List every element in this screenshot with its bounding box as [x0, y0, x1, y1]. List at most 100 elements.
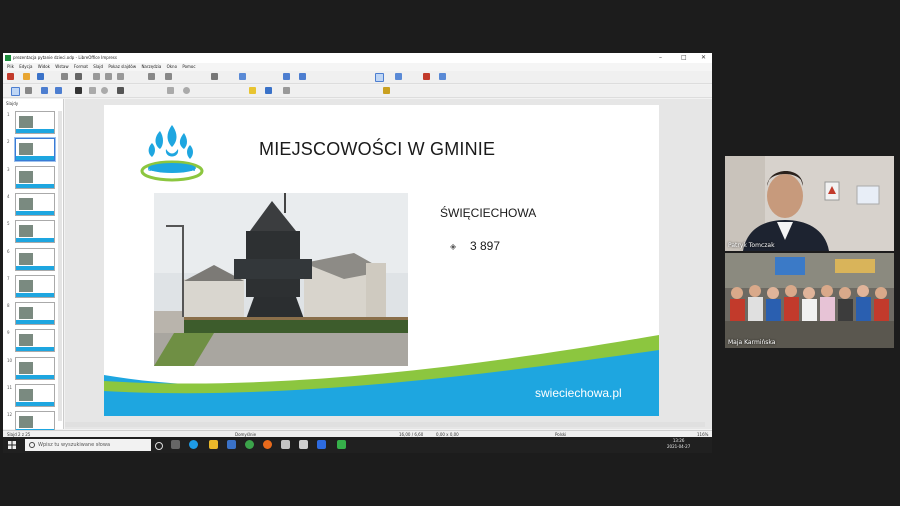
slide-thumbnail[interactable]: 2 — [7, 138, 55, 162]
export-pdf-icon[interactable] — [61, 73, 68, 80]
slide-thumbnail[interactable]: 3 — [7, 165, 55, 189]
chart-icon[interactable] — [299, 73, 306, 80]
drawing-toolbar — [3, 85, 712, 98]
slide-thumbnail-wave — [16, 238, 54, 243]
menu-file[interactable]: Plik — [7, 63, 14, 71]
menu-slide[interactable]: Slajd — [93, 63, 103, 71]
horizontal-scrollbar[interactable] — [65, 422, 705, 427]
slide-thumbnail[interactable]: 6 — [7, 247, 55, 271]
open-icon[interactable] — [23, 73, 30, 80]
slide-thumbnail-wave — [16, 210, 54, 215]
table-icon[interactable] — [283, 73, 290, 80]
slide-thumbnail-photo — [19, 225, 33, 238]
arrow-icon[interactable] — [117, 87, 124, 94]
select-icon[interactable] — [11, 87, 20, 96]
windows-start-icon[interactable] — [8, 441, 16, 449]
stars-icon[interactable] — [249, 87, 256, 94]
slide-canvas[interactable]: Gmina Święciechowa MIEJSCOWOŚCI W GMINIE… — [104, 105, 659, 416]
slides-pane-header: Slajdy — [6, 101, 19, 106]
3d-objects-icon[interactable] — [265, 87, 272, 94]
save-icon[interactable] — [37, 73, 44, 80]
slide-thumbnail-wave — [16, 292, 54, 297]
slide-thumbnail[interactable]: 8 — [7, 302, 55, 326]
rotate-icon[interactable] — [283, 87, 290, 94]
minimize-button[interactable]: – — [659, 53, 662, 63]
chrome-icon[interactable] — [245, 440, 254, 449]
firefox-icon[interactable] — [263, 440, 272, 449]
slide-thumbnail-number: 3 — [7, 166, 10, 172]
search-placeholder: Wpisz tu wyszukiwane słowa — [38, 442, 111, 448]
new-icon[interactable] — [7, 73, 14, 80]
file-explorer-icon[interactable] — [209, 440, 218, 449]
cut-icon[interactable] — [93, 73, 100, 80]
slide-thumbnail-wave — [16, 129, 54, 133]
libreoffice-taskbar-icon[interactable] — [281, 440, 290, 449]
place-name[interactable]: ŚWIĘCIECHOWA — [440, 206, 536, 220]
libreoffice-icon — [5, 55, 11, 61]
mail-icon[interactable] — [227, 440, 236, 449]
slideshow-icon[interactable] — [395, 73, 402, 80]
grid-icon[interactable] — [211, 73, 218, 80]
slide-thumbnail[interactable]: 5 — [7, 220, 55, 244]
slide-thumbnail-wave — [16, 265, 54, 270]
text-box-icon[interactable] — [41, 87, 48, 94]
slide-thumbnail-photo — [19, 116, 33, 128]
taskbar-search[interactable]: Wpisz tu wyszukiwane słowa — [25, 439, 151, 451]
slide-thumbnail-photo — [19, 416, 33, 429]
edge-icon[interactable] — [189, 440, 198, 449]
copy-icon[interactable] — [105, 73, 112, 80]
search-icon — [29, 442, 35, 448]
maximize-button[interactable]: □ — [681, 53, 687, 63]
menu-tools[interactable]: Narzędzia — [141, 63, 161, 71]
video-tile-maja[interactable]: Maja Karmińska — [725, 253, 894, 348]
slide-thumbnail[interactable]: 7 — [7, 274, 55, 298]
slide-title[interactable]: MIEJSCOWOŚCI W GMINIE — [259, 139, 495, 160]
menu-format[interactable]: Format — [74, 63, 88, 71]
participant-video — [725, 156, 894, 251]
image-icon[interactable] — [239, 73, 246, 80]
close-button[interactable]: ✕ — [701, 53, 706, 63]
menu-slideshow[interactable]: Pokaz slajdów — [108, 63, 136, 71]
zoom-icon[interactable] — [25, 87, 32, 94]
line-icon[interactable] — [75, 87, 82, 94]
display-views-icon[interactable] — [375, 73, 384, 82]
undo-icon[interactable] — [148, 73, 155, 80]
slide-thumbnail-number: 4 — [7, 193, 10, 199]
menu-view[interactable]: Widok — [38, 63, 50, 71]
cortana-icon[interactable] — [155, 442, 163, 450]
paste-icon[interactable] — [117, 73, 124, 80]
slide-thumbnail[interactable]: 11 — [7, 384, 55, 407]
ellipse-icon[interactable] — [101, 87, 108, 94]
video-tile-patryk[interactable]: Patryk Tomczak — [725, 156, 894, 251]
slide-thumbnail[interactable]: 4 — [7, 192, 55, 216]
window-title: prezentacja pytanie dzieci.odp - LibreOf… — [13, 55, 117, 60]
windows-taskbar: Wpisz tu wyszukiwane słowa 13:26 2021-04… — [3, 437, 712, 453]
impress-taskbar-icon[interactable] — [299, 440, 308, 449]
menu-bar: Plik Edycja Widok Wstaw Format Slajd Pok… — [3, 63, 712, 71]
print-icon[interactable] — [75, 73, 82, 80]
slide-thumbnail-photo — [19, 389, 33, 401]
task-view-icon[interactable] — [171, 440, 180, 449]
slides-pane-scrollbar[interactable] — [58, 111, 62, 421]
new-slide-icon[interactable] — [439, 73, 446, 80]
symbol-shapes-icon[interactable] — [183, 87, 190, 94]
zoom-app-icon[interactable] — [317, 440, 326, 449]
menu-edit[interactable]: Edycja — [19, 63, 32, 71]
fontwork-icon[interactable] — [55, 87, 62, 94]
slide-thumbnail-photo — [19, 143, 33, 156]
slide-thumbnail[interactable]: 9 — [7, 329, 55, 353]
rectangle-icon[interactable] — [89, 87, 96, 94]
delete-slide-icon[interactable] — [423, 73, 430, 80]
slide-thumbnail[interactable]: 1 — [7, 111, 55, 134]
basic-shapes-icon[interactable] — [167, 87, 174, 94]
slides-pane: Slajdy 1 2 3 4 5 6 7 8 9 10 11 12 — [3, 99, 64, 435]
taskbar-clock[interactable]: 13:26 2021-04-27 — [667, 438, 690, 450]
slide-thumbnail[interactable]: 10 — [7, 356, 55, 380]
shadow-icon[interactable] — [383, 87, 390, 94]
menu-insert[interactable]: Wstaw — [55, 63, 68, 71]
menu-help[interactable]: Pomoc — [182, 63, 195, 71]
menu-window[interactable]: Okno — [167, 63, 177, 71]
redo-icon[interactable] — [165, 73, 172, 80]
population-value[interactable]: 3 897 — [470, 239, 500, 253]
green-app-icon[interactable] — [337, 440, 346, 449]
